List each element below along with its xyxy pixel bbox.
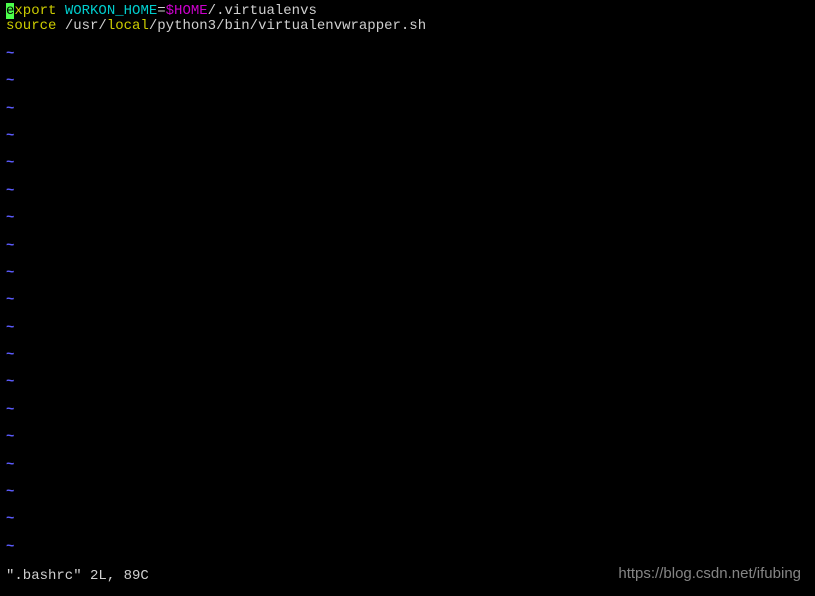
variable-name: WORKON_HOME [65, 3, 157, 19]
empty-line-tilde: ~ [6, 47, 809, 62]
empty-line-tilde: ~ [6, 458, 809, 473]
empty-line-tilde: ~ [6, 74, 809, 89]
empty-line-tilde: ~ [6, 430, 809, 445]
empty-line-tilde: ~ [6, 129, 809, 144]
empty-line-tilde: ~ [6, 156, 809, 171]
empty-line-tilde: ~ [6, 102, 809, 117]
empty-line-tilde: ~ [6, 512, 809, 527]
code-line-1: export WORKON_HOME=$HOME/.virtualenvs [6, 4, 809, 19]
empty-line-tilde: ~ [6, 266, 809, 281]
empty-line-tilde: ~ [6, 540, 809, 555]
empty-line-tilde: ~ [6, 239, 809, 254]
empty-line-tilde: ~ [6, 403, 809, 418]
variable-reference: $HOME [166, 3, 208, 19]
empty-line-tilde: ~ [6, 348, 809, 363]
empty-line-tilde: ~ [6, 184, 809, 199]
empty-line-tilde: ~ [6, 485, 809, 500]
vim-editor[interactable]: export WORKON_HOME=$HOME/.virtualenvs so… [0, 0, 815, 589]
path-text: /.virtualenvs [208, 3, 317, 19]
code-line-2: source /usr/local/python3/bin/virtualenv… [6, 19, 809, 34]
empty-line-tilde: ~ [6, 321, 809, 336]
empty-line-tilde: ~ [6, 375, 809, 390]
keyword-export: xport [14, 3, 56, 19]
keyword-source: source [6, 18, 56, 34]
empty-line-tilde: ~ [6, 211, 809, 226]
empty-line-tilde: ~ [6, 293, 809, 308]
watermark-text: https://blog.csdn.net/ifubing [618, 566, 801, 583]
path-text: /python3/bin/virtualenvwrapper.sh [149, 18, 426, 34]
